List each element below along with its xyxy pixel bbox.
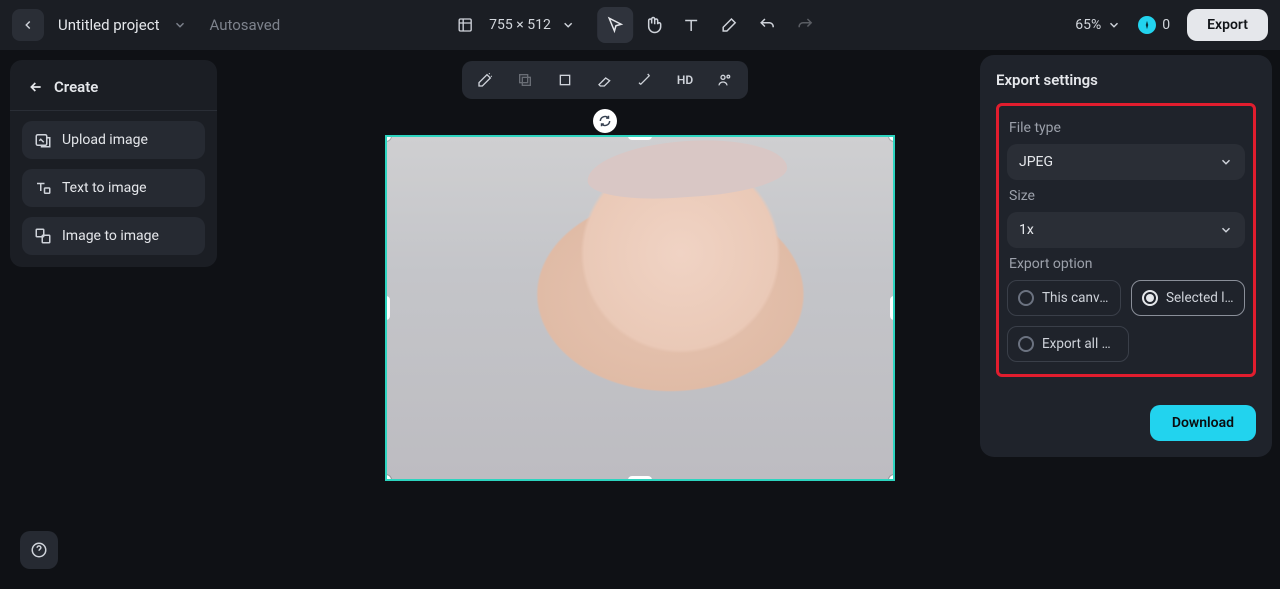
text-to-image-button[interactable]: Text to image xyxy=(22,169,205,207)
chevron-down-icon xyxy=(1219,223,1233,237)
hd-button[interactable]: HD xyxy=(672,67,698,93)
download-button[interactable]: Download xyxy=(1150,405,1256,441)
hand-tool[interactable] xyxy=(635,7,671,43)
back-arrow-icon xyxy=(28,79,44,95)
enhance-button[interactable] xyxy=(632,67,658,93)
zoom-control[interactable]: 65% xyxy=(1075,17,1121,33)
size-label: Size xyxy=(1009,188,1245,204)
cursor-tool[interactable] xyxy=(597,7,633,43)
create-label: Create xyxy=(54,78,98,96)
text-to-image-icon xyxy=(34,179,52,197)
credits-pill[interactable]: 0 xyxy=(1135,13,1173,37)
chevron-left-icon xyxy=(21,18,35,32)
top-bar: Untitled project Autosaved 755 × 512 xyxy=(0,0,1280,50)
export-settings-title: Export settings xyxy=(996,71,1256,89)
text-icon xyxy=(682,16,700,34)
handle-right[interactable] xyxy=(890,296,895,320)
chevron-down-icon xyxy=(1219,155,1233,169)
magic-wand-button[interactable] xyxy=(472,67,498,93)
dimensions-text: 755 × 512 xyxy=(489,17,551,33)
layers-icon xyxy=(517,72,533,88)
file-type-value: JPEG xyxy=(1019,154,1053,170)
radio-circle-icon xyxy=(1018,290,1034,306)
radio-circle-icon xyxy=(1018,336,1034,352)
project-title[interactable]: Untitled project xyxy=(58,16,159,34)
image-to-image-label: Image to image xyxy=(62,228,159,244)
canvas-selection[interactable] xyxy=(385,135,895,481)
undo-button[interactable] xyxy=(749,7,785,43)
image-to-image-icon xyxy=(34,227,52,245)
canvas-stage: HD xyxy=(230,55,980,589)
help-icon xyxy=(30,541,48,559)
redo-icon xyxy=(796,16,814,34)
handle-bottom[interactable] xyxy=(628,476,652,481)
brush-icon xyxy=(720,16,738,34)
hd-label: HD xyxy=(677,73,693,87)
dimensions-group[interactable]: 755 × 512 xyxy=(457,17,575,33)
text-to-image-label: Text to image xyxy=(62,180,147,196)
cursor-icon xyxy=(606,16,624,34)
wand-icon xyxy=(477,72,493,88)
file-type-select[interactable]: JPEG xyxy=(1007,144,1245,180)
people-icon xyxy=(717,72,733,88)
people-button[interactable] xyxy=(712,67,738,93)
export-options-highlight: File type JPEG Size 1x Export option Thi… xyxy=(996,103,1256,377)
top-right-controls: 65% 0 Export xyxy=(1075,9,1268,41)
export-label: Export xyxy=(1207,17,1248,33)
sparkle-icon xyxy=(637,72,653,88)
eraser-button[interactable] xyxy=(592,67,618,93)
credits-value: 0 xyxy=(1162,17,1170,33)
export-all-label: Export all … xyxy=(1042,336,1111,352)
handle-top[interactable] xyxy=(628,135,652,140)
redo-button[interactable] xyxy=(787,7,823,43)
export-button[interactable]: Export xyxy=(1187,9,1268,41)
zoom-chevron-icon xyxy=(1107,18,1121,32)
handle-bottom-right[interactable] xyxy=(889,475,895,481)
layers-button[interactable] xyxy=(512,67,538,93)
zoom-value: 65% xyxy=(1075,17,1101,33)
top-center-controls: 755 × 512 xyxy=(457,7,823,43)
upload-icon xyxy=(34,131,52,149)
help-button[interactable] xyxy=(20,531,58,569)
floating-toolbar: HD xyxy=(462,61,748,99)
create-header[interactable]: Create xyxy=(10,64,217,111)
handle-left[interactable] xyxy=(385,296,390,320)
download-label: Download xyxy=(1172,415,1234,431)
eraser-icon xyxy=(597,72,613,88)
export-settings-panel: Export settings File type JPEG Size 1x E… xyxy=(980,55,1272,457)
upload-label: Upload image xyxy=(62,132,148,148)
hand-icon xyxy=(644,16,662,34)
crop-icon xyxy=(557,72,573,88)
credits-icon xyxy=(1138,16,1156,34)
radio-circle-icon xyxy=(1142,290,1158,306)
dims-chevron-icon xyxy=(561,18,575,32)
radio-this-canvas[interactable]: This canvas xyxy=(1007,280,1121,316)
export-option-label: Export option xyxy=(1009,256,1245,272)
text-tool[interactable] xyxy=(673,7,709,43)
size-value: 1x xyxy=(1019,222,1034,238)
tool-group xyxy=(597,7,823,43)
size-select[interactable]: 1x xyxy=(1007,212,1245,248)
radio-export-all[interactable]: Export all … xyxy=(1007,326,1129,362)
file-type-label: File type xyxy=(1009,120,1245,136)
image-to-image-button[interactable]: Image to image xyxy=(22,217,205,255)
selected-layer-label: Selected l… xyxy=(1166,290,1234,306)
refresh-button[interactable] xyxy=(593,109,617,133)
refresh-icon xyxy=(598,114,612,128)
this-canvas-label: This canvas xyxy=(1042,290,1110,306)
crop-button[interactable] xyxy=(552,67,578,93)
back-button[interactable] xyxy=(12,9,44,41)
left-sidebar: Create Upload image Text to image Image … xyxy=(10,60,217,267)
canvas-image-placeholder xyxy=(387,137,893,479)
export-option-row2: Export all … xyxy=(1007,326,1245,362)
project-chevron-icon[interactable] xyxy=(173,18,187,32)
radio-selected-layer[interactable]: Selected l… xyxy=(1131,280,1245,316)
brush-tool[interactable] xyxy=(711,7,747,43)
undo-icon xyxy=(758,16,776,34)
autosaved-label: Autosaved xyxy=(209,16,280,34)
upload-image-button[interactable]: Upload image xyxy=(22,121,205,159)
export-option-row1: This canvas Selected l… xyxy=(1007,280,1245,316)
headband-shape xyxy=(585,135,788,204)
resize-icon xyxy=(457,17,473,33)
